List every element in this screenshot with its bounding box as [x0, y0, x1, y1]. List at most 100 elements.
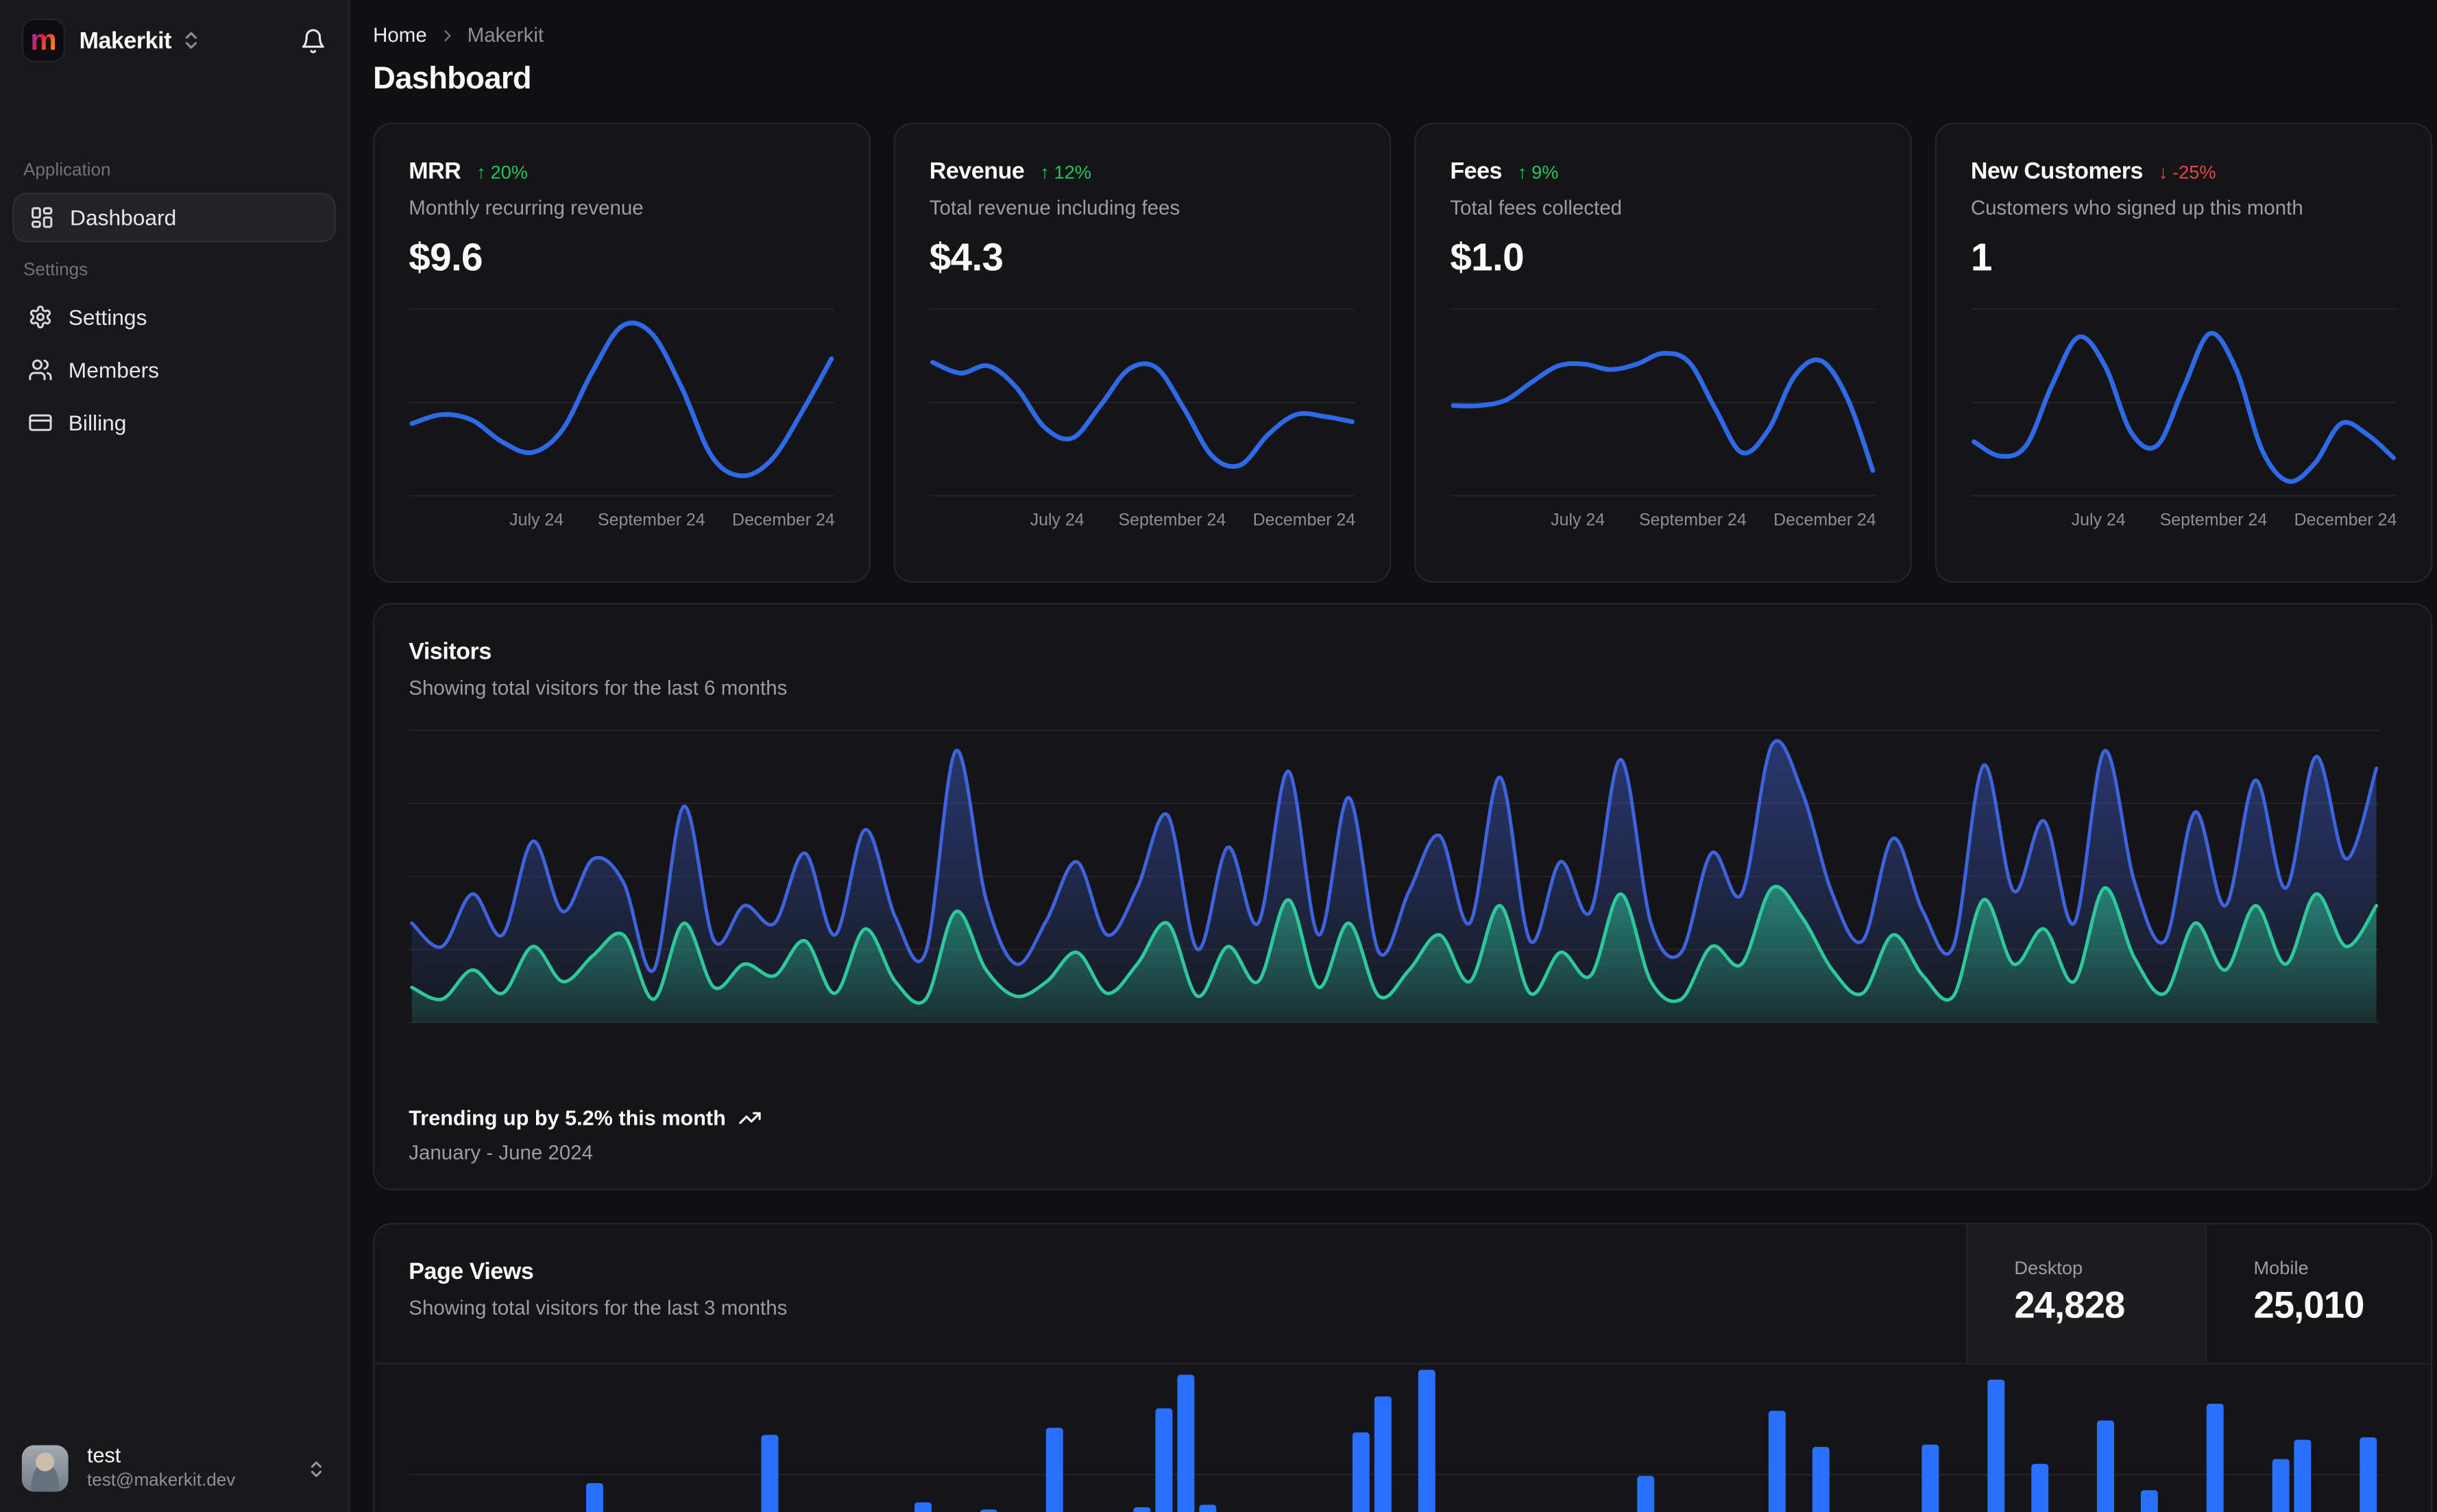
x-tick: December 24	[1252, 511, 1356, 531]
section-label: Settings	[23, 260, 88, 280]
trend-arrow-icon: ↑	[476, 160, 486, 183]
fees-sparkline-chart	[1450, 304, 1876, 500]
breadcrumb-home-link[interactable]: Home	[373, 23, 427, 47]
tab-mobile[interactable]: Mobile 25,010	[2205, 1224, 2431, 1363]
breadcrumb-current: Makerkit	[467, 23, 544, 47]
sidebar-item-label: Billing	[68, 410, 127, 435]
tab-label: Mobile	[2253, 1257, 2309, 1279]
sidebar-section-application: Application Dashboard	[0, 77, 348, 245]
stat-value: 1	[1970, 236, 1993, 280]
trend-badge: ↑ 9%	[1517, 160, 1559, 183]
x-tick: December 24	[2294, 511, 2397, 531]
trend-badge: ↑ 12%	[1040, 160, 1091, 183]
page-title: Dashboard	[373, 62, 531, 97]
x-tick: September 24	[2159, 511, 2268, 531]
bell-icon	[302, 28, 324, 53]
stat-title: Revenue	[929, 158, 1025, 185]
section-label: Application	[23, 161, 111, 180]
credit-card-icon	[28, 411, 53, 435]
chevrons-up-down-icon	[306, 1459, 326, 1478]
visitors-card: Visitors Showing total visitors for the …	[373, 602, 2433, 1191]
stat-subtitle: Total fees collected	[1450, 195, 1623, 219]
stat-card-revenue: Revenue ↑ 12% Total revenue including fee…	[893, 123, 1392, 583]
visitors-title: Visitors	[409, 638, 492, 666]
stat-value: $4.3	[929, 236, 1004, 280]
visitors-trending-text: Trending up by 5.2% this month	[409, 1106, 726, 1130]
main-content: Home Makerkit Dashboard MRR ↑ 20% Monthly…	[350, 0, 2437, 1512]
x-tick: July 24	[2071, 511, 2126, 531]
stat-subtitle: Monthly recurring revenue	[409, 195, 644, 219]
x-axis-ticks: July 24 September 24 December 24	[409, 511, 835, 539]
trend-arrow-icon: ↓	[2158, 160, 2168, 183]
x-tick: September 24	[1118, 511, 1226, 531]
x-tick: September 24	[598, 511, 705, 531]
dashboard-grid-icon	[29, 205, 54, 230]
sidebar-section-settings: Settings Settings Members Billing	[0, 245, 348, 450]
page-views-tabs: Desktop 24,828 Mobile 25,010	[1966, 1224, 2431, 1363]
tab-value: 24,828	[2014, 1284, 2125, 1328]
page-views-bar-chart	[409, 1365, 2397, 1512]
x-tick: September 24	[1639, 511, 1747, 531]
trend-arrow-icon: ↑	[1040, 160, 1050, 183]
trend-arrow-icon: ↑	[1517, 160, 1527, 183]
sidebar-item-members[interactable]: Members	[12, 345, 336, 395]
x-tick: July 24	[1551, 511, 1605, 531]
breadcrumb: Home Makerkit	[373, 23, 2432, 47]
stat-card-mrr: MRR ↑ 20% Monthly recurring revenue $9.6 …	[373, 123, 871, 583]
visitors-subtitle: Showing total visitors for the last 6 mo…	[409, 676, 788, 700]
user-meta: test test@makerkit.dev	[87, 1443, 235, 1493]
org-switcher[interactable]	[181, 29, 203, 51]
org-name: Makerkit	[79, 27, 172, 54]
avatar	[21, 1445, 69, 1492]
user-name: test	[86, 1443, 121, 1467]
customers-sparkline-chart	[1970, 304, 2397, 500]
stat-title: MRR	[409, 158, 461, 185]
sidebar-item-label: Members	[68, 357, 160, 382]
tab-label: Desktop	[2014, 1257, 2083, 1279]
chevrons-up-down-icon	[186, 32, 197, 49]
x-tick: July 24	[1030, 511, 1084, 531]
users-icon	[28, 357, 53, 382]
sidebar-item-label: Dashboard	[70, 205, 177, 230]
stat-value: $1.0	[1450, 236, 1524, 280]
stat-value: $9.6	[409, 236, 483, 280]
page-views-subtitle: Showing total visitors for the last 3 mo…	[409, 1295, 788, 1319]
gear-icon	[28, 304, 53, 329]
trending-up-icon	[738, 1106, 762, 1130]
stat-title: Fees	[1450, 158, 1503, 185]
visitors-area-chart	[409, 721, 2397, 1029]
logo-letter: m	[30, 24, 57, 57]
tab-value: 25,010	[2253, 1284, 2364, 1328]
sidebar-header: m Makerkit	[0, 0, 348, 77]
makerkit-logo: m	[21, 19, 66, 62]
tab-desktop[interactable]: Desktop 24,828	[1966, 1224, 2206, 1363]
x-tick: December 24	[1773, 511, 1876, 531]
visitors-period: January - June 2024	[409, 1141, 594, 1165]
trend-badge: ↑ 20%	[476, 160, 528, 183]
page-views-card: Page Views Showing total visitors for th…	[373, 1223, 2433, 1512]
stat-card-new-customers: New Customers ↓ -25% Customers who signed…	[1935, 123, 2433, 583]
x-axis-ticks: July 24 September 24 December 24	[1450, 511, 1876, 539]
page-views-title: Page Views	[409, 1258, 534, 1285]
revenue-sparkline-chart	[929, 304, 1356, 500]
chevron-right-icon	[438, 25, 457, 44]
sidebar-item-settings[interactable]: Settings	[12, 292, 336, 342]
x-tick: July 24	[509, 511, 564, 531]
stat-card-fees: Fees ↑ 9% Total fees collected $1.0 July …	[1414, 123, 1912, 583]
page-views-header: Page Views Showing total visitors for th…	[374, 1224, 2431, 1365]
stat-title: New Customers	[1970, 158, 2144, 185]
trend-badge: ↓ -25%	[2158, 160, 2216, 183]
stats-row: MRR ↑ 20% Monthly recurring revenue $9.6 …	[373, 123, 2433, 583]
stat-subtitle: Customers who signed up this month	[1970, 195, 2303, 219]
sidebar: m Makerkit Application Dashboard Setting…	[0, 0, 350, 1512]
sidebar-item-billing[interactable]: Billing	[12, 398, 336, 448]
sidebar-item-label: Settings	[68, 304, 147, 330]
notifications-button[interactable]	[300, 27, 327, 54]
x-axis-ticks: July 24 September 24 December 24	[930, 511, 1356, 539]
x-tick: December 24	[732, 511, 835, 531]
sidebar-item-dashboard[interactable]: Dashboard	[12, 193, 336, 243]
mrr-sparkline-chart	[409, 304, 835, 500]
account-menu-button[interactable]: test test@makerkit.dev	[0, 1425, 348, 1512]
user-email: test@makerkit.dev	[86, 1472, 236, 1491]
stat-subtitle: Total revenue including fees	[929, 195, 1180, 219]
